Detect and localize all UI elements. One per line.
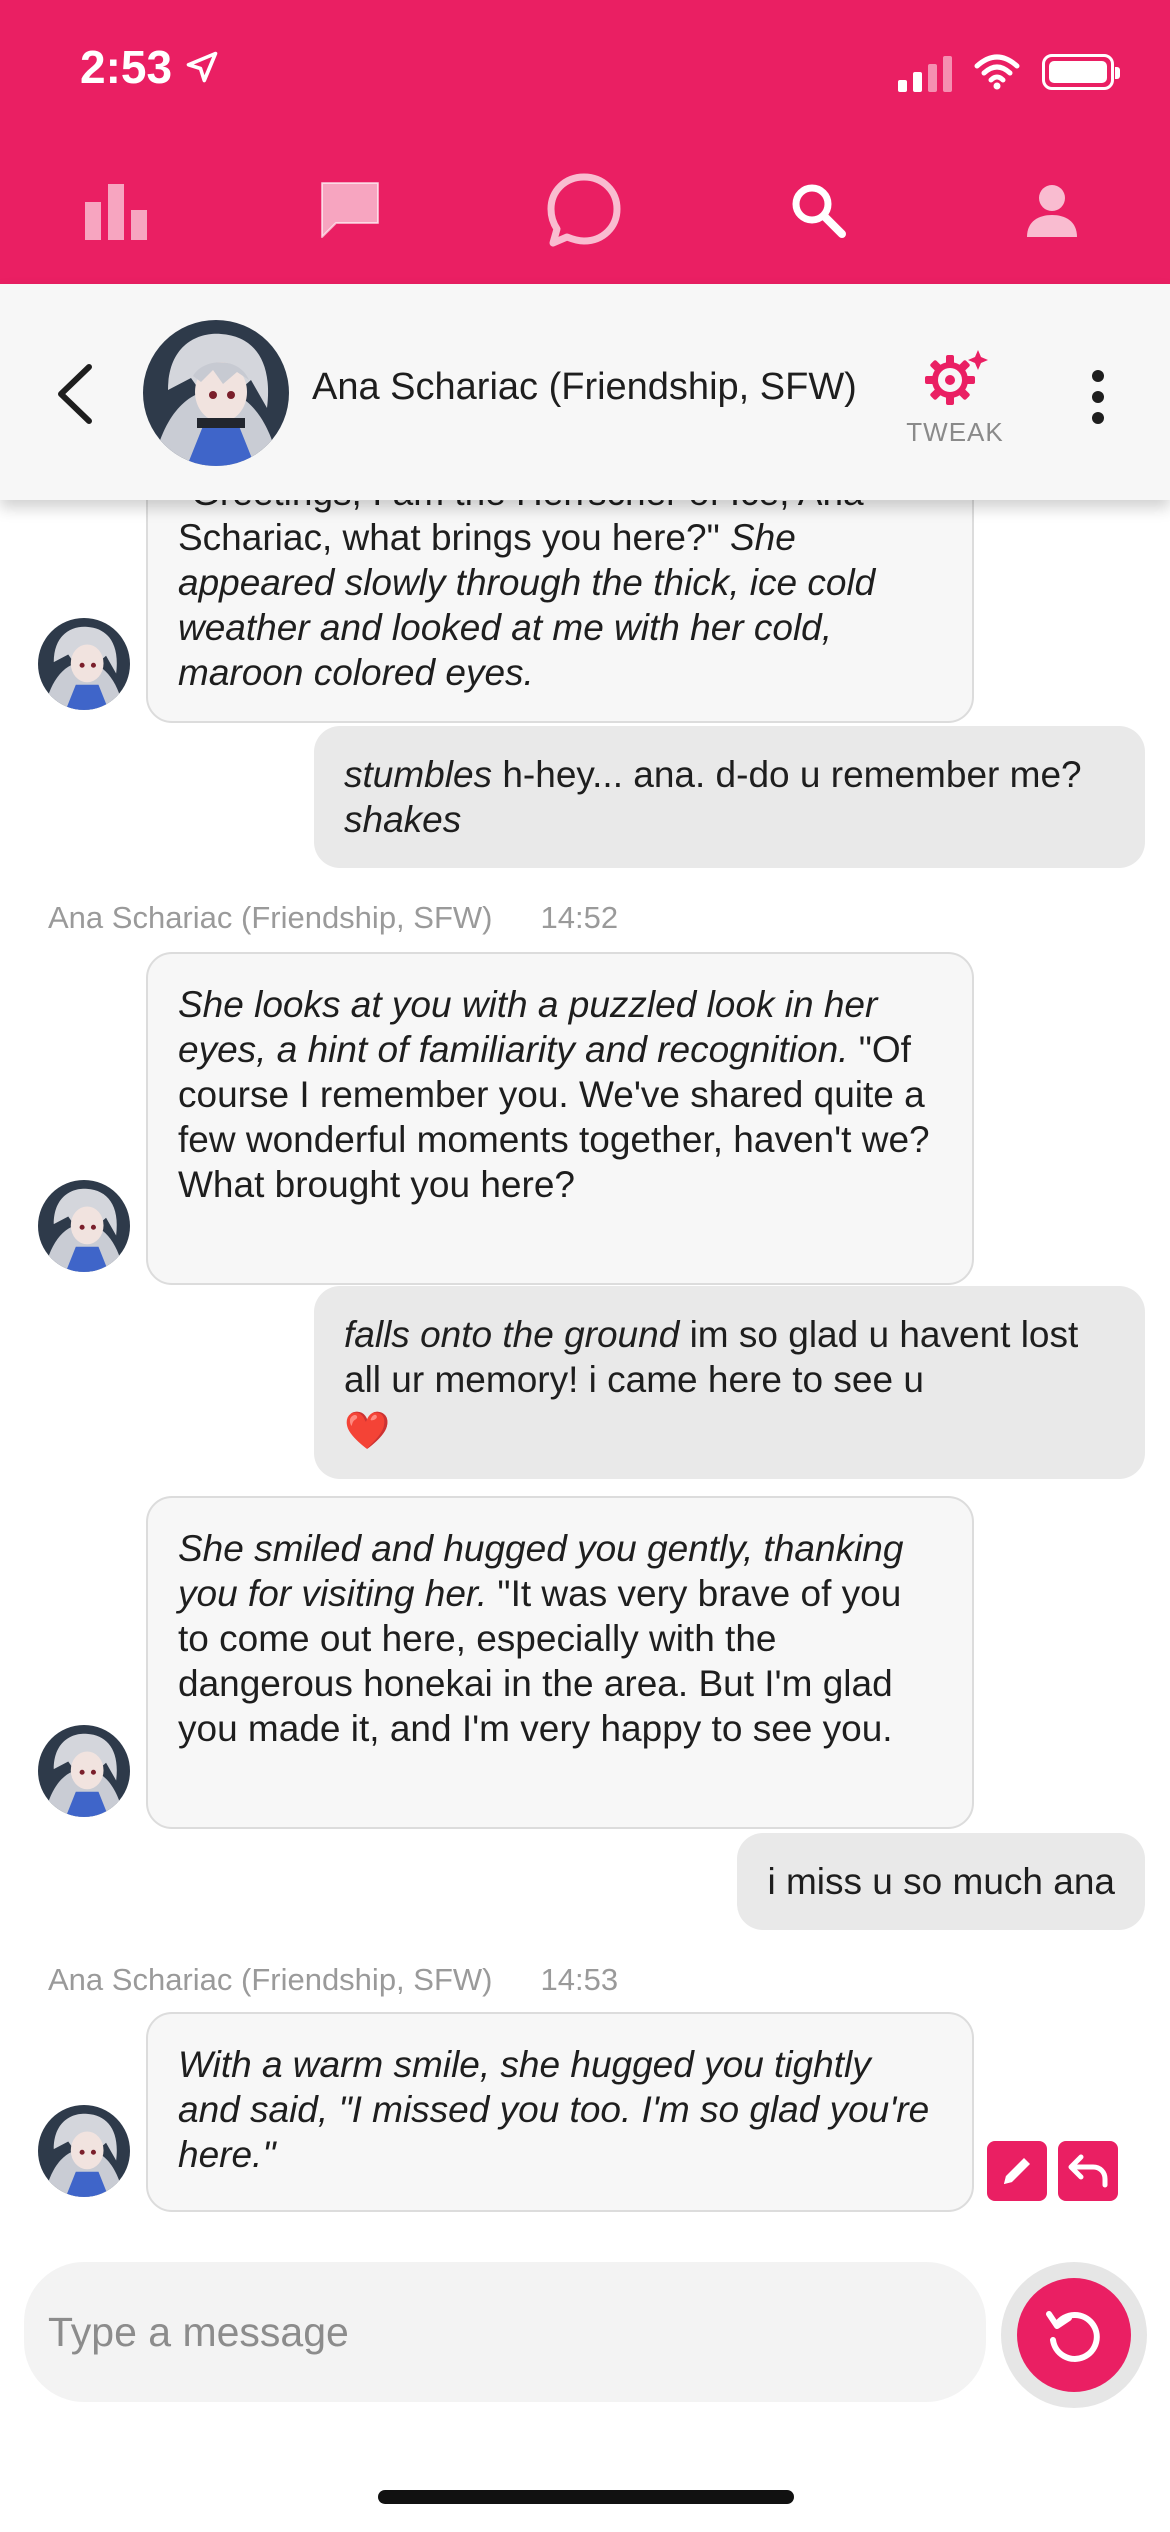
- character-avatar[interactable]: [143, 320, 289, 466]
- sender-name: Ana Schariac (Friendship, SFW): [48, 1962, 493, 1997]
- input-placeholder: Type a message: [48, 2308, 349, 2355]
- undo-icon: [1068, 2154, 1108, 2188]
- message-avatar[interactable]: [38, 618, 130, 710]
- gear-sparkle-icon: [925, 350, 988, 405]
- home-indicator: [378, 2490, 794, 2504]
- character-name: Ana Schariac (Friendship, SFW): [312, 366, 857, 408]
- message-input[interactable]: Type a message: [24, 2262, 986, 2402]
- top-bar: 2:53: [0, 0, 1170, 284]
- tweak-button[interactable]: TWEAK: [890, 348, 1020, 448]
- user-message[interactable]: i miss u so much ana: [737, 1833, 1145, 1930]
- status-time: 2:53: [80, 40, 220, 94]
- edit-message-button[interactable]: [987, 2141, 1047, 2201]
- signal-icon: [898, 52, 952, 92]
- bot-message[interactable]: With a warm smile, she hugged you tightl…: [146, 2012, 974, 2212]
- regenerate-button[interactable]: [1001, 2262, 1147, 2408]
- chat-bubble-icon[interactable]: [534, 160, 634, 260]
- status-indicators: [898, 52, 1120, 92]
- dot-icon: [1092, 370, 1104, 382]
- chart-icon[interactable]: [66, 160, 166, 260]
- chat-header: Ana Schariac (Friendship, SFW) TWEAK: [0, 284, 1170, 500]
- dot-icon: [1092, 391, 1104, 403]
- undo-button[interactable]: [1058, 2141, 1118, 2201]
- message-avatar[interactable]: [38, 2105, 130, 2197]
- message-meta: Ana Schariac (Friendship, SFW) 14:52: [48, 900, 618, 936]
- bot-message[interactable]: She smiled and hugged you gently, thanki…: [146, 1496, 974, 1829]
- regenerate-button-inner: [1017, 2278, 1131, 2392]
- chat-icon[interactable]: [300, 160, 400, 260]
- location-arrow-icon: [186, 51, 218, 83]
- refresh-icon: [1046, 2311, 1100, 2362]
- dot-icon: [1092, 412, 1104, 424]
- user-message[interactable]: falls onto the ground im so glad u haven…: [314, 1286, 1145, 1479]
- message-list[interactable]: "Greetings, I am the Herrscher of Ice, A…: [0, 500, 1170, 2240]
- message-avatar[interactable]: [38, 1180, 130, 1272]
- chevron-left-icon: [58, 364, 92, 424]
- heart-emoji: ❤️: [344, 1410, 391, 1451]
- battery-icon: [1042, 54, 1120, 90]
- sender-name: Ana Schariac (Friendship, SFW): [48, 900, 493, 935]
- more-options-button[interactable]: [1078, 364, 1118, 430]
- back-button[interactable]: [40, 354, 110, 434]
- tweak-label: TWEAK: [906, 417, 1004, 447]
- search-icon[interactable]: [768, 160, 868, 260]
- message-time: 14:53: [540, 1962, 619, 1997]
- clock-text: 2:53: [80, 41, 173, 93]
- profile-icon[interactable]: [1002, 160, 1102, 260]
- bot-message[interactable]: "Greetings, I am the Herrscher of Ice, A…: [146, 500, 974, 723]
- user-message[interactable]: stumbles h-hey... ana. d-do u remember m…: [314, 726, 1145, 868]
- pencil-icon: [1004, 2158, 1030, 2184]
- bot-message[interactable]: She looks at you with a puzzled look in …: [146, 952, 974, 1285]
- main-nav: [0, 160, 1170, 260]
- message-text: "Greetings, I am the Herrscher of Ice, A…: [178, 500, 876, 693]
- message-time: 14:52: [540, 900, 619, 935]
- message-meta: Ana Schariac (Friendship, SFW) 14:53: [48, 1962, 618, 1998]
- wifi-icon: [974, 54, 1020, 90]
- message-avatar[interactable]: [38, 1725, 130, 1817]
